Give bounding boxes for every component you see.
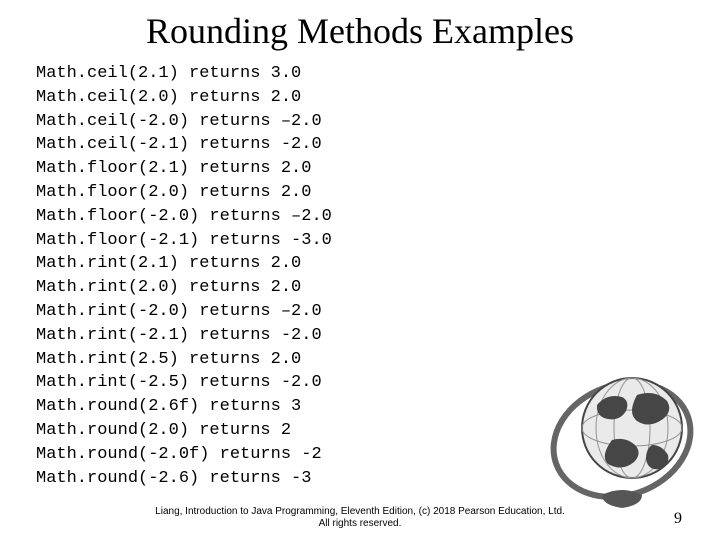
code-line: Math.rint(2.1) returns 2.0 bbox=[36, 252, 720, 276]
code-line: Math.rint(2.0) returns 2.0 bbox=[36, 276, 720, 300]
slide-title: Rounding Methods Examples bbox=[0, 0, 720, 60]
code-line: Math.floor(2.0) returns 2.0 bbox=[36, 181, 720, 205]
code-line: Math.ceil(-2.1) returns -2.0 bbox=[36, 133, 720, 157]
code-line: Math.floor(-2.0) returns –2.0 bbox=[36, 205, 720, 229]
code-line: Math.ceil(2.0) returns 2.0 bbox=[36, 86, 720, 110]
code-line: Math.ceil(-2.0) returns –2.0 bbox=[36, 110, 720, 134]
code-line: Math.floor(2.1) returns 2.0 bbox=[36, 157, 720, 181]
code-line: Math.floor(-2.1) returns -3.0 bbox=[36, 229, 720, 253]
page-number: 9 bbox=[674, 510, 682, 528]
footer-line-1: Liang, Introduction to Java Programming,… bbox=[0, 506, 720, 518]
copyright-footer: Liang, Introduction to Java Programming,… bbox=[0, 506, 720, 530]
code-line: Math.ceil(2.1) returns 3.0 bbox=[36, 62, 720, 86]
footer-line-2: All rights reserved. bbox=[0, 518, 720, 530]
code-line: Math.rint(-2.0) returns –2.0 bbox=[36, 300, 720, 324]
code-line: Math.rint(-2.1) returns -2.0 bbox=[36, 324, 720, 348]
globe-decoration bbox=[542, 350, 702, 510]
